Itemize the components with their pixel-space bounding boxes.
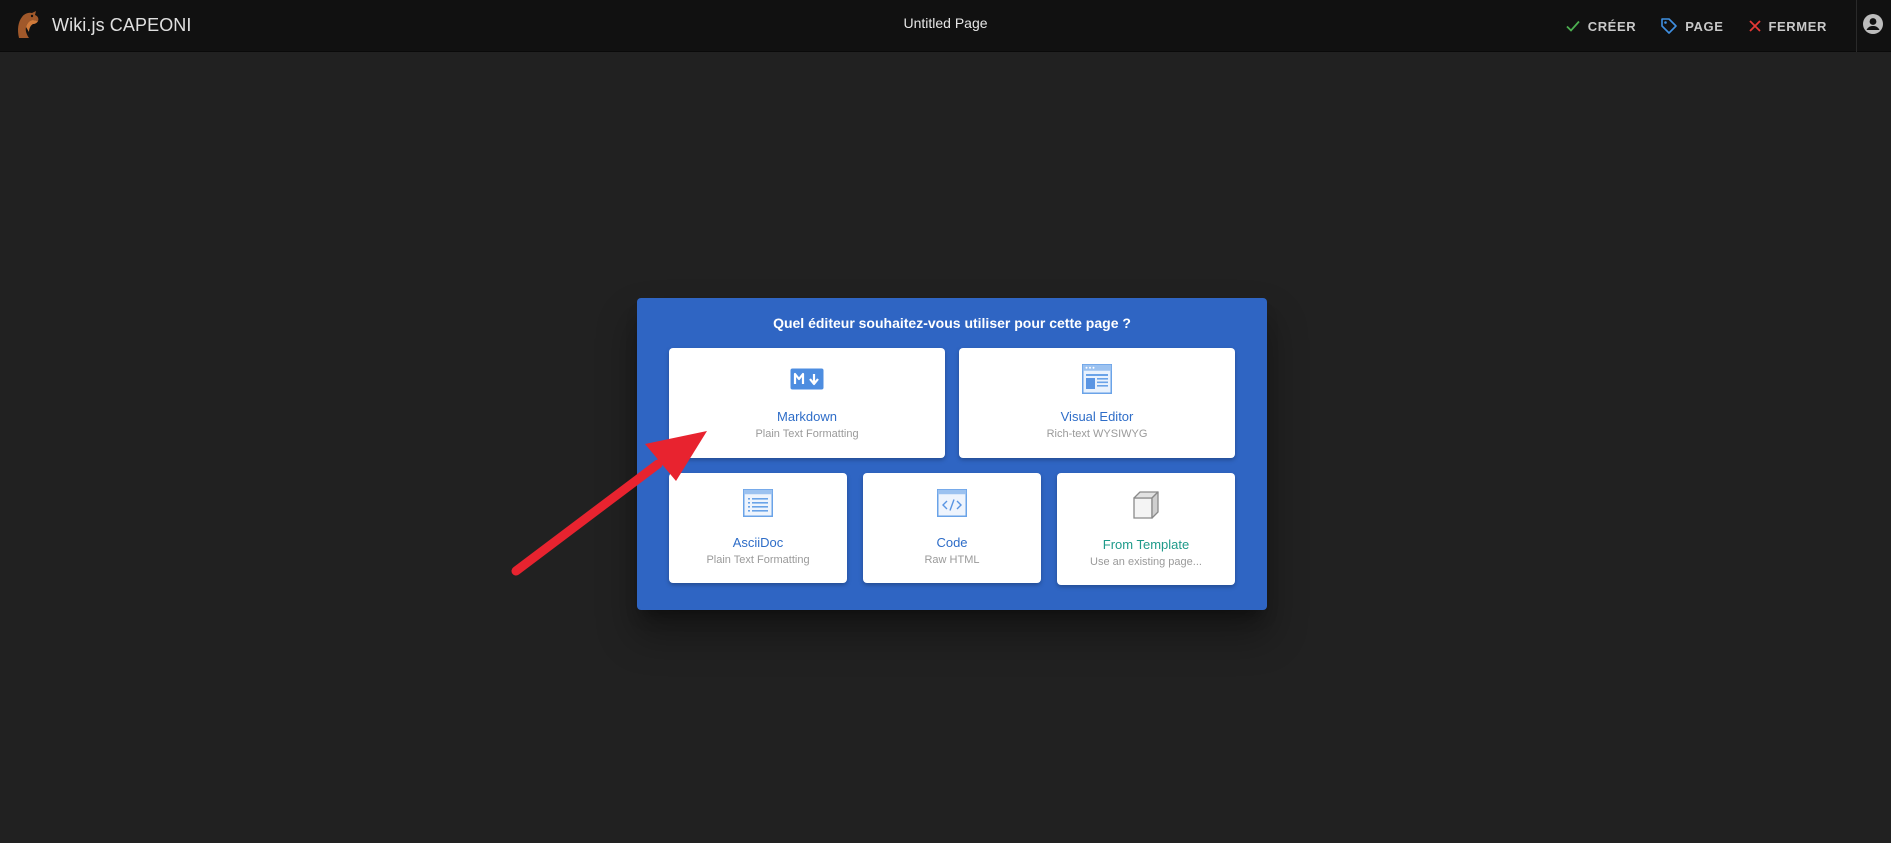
page-label: PAGE — [1685, 18, 1724, 34]
close-label: FERMER — [1768, 18, 1827, 34]
top-bar: Wiki.js CAPEONI Untitled Page CRÉER PAGE… — [0, 0, 1891, 52]
editor-label: AsciiDoc — [732, 535, 784, 550]
editor-label: Code — [936, 535, 968, 550]
page-properties-button[interactable]: PAGE — [1648, 0, 1735, 52]
editor-sublabel: Plain Text Formatting — [706, 554, 810, 566]
close-button[interactable]: FERMER — [1736, 0, 1840, 52]
header-divider — [1856, 0, 1857, 52]
template-cube-icon — [1133, 491, 1159, 519]
create-label: CRÉER — [1587, 18, 1637, 34]
code-icon — [937, 489, 967, 517]
account-icon[interactable] — [1861, 12, 1885, 36]
check-icon — [1566, 20, 1580, 32]
editor-sublabel: Raw HTML — [924, 554, 980, 566]
editor-label: Visual Editor — [1060, 409, 1134, 424]
editor-label: From Template — [1102, 537, 1190, 552]
editor-sublabel: Plain Text Formatting — [755, 428, 859, 440]
editor-sublabel: Rich-text WYSIWYG — [1046, 428, 1148, 440]
create-button[interactable]: CRÉER — [1553, 0, 1649, 52]
editor-card-asciidoc[interactable]: AsciiDoc Plain Text Formatting — [669, 473, 847, 583]
editor-label: Markdown — [777, 409, 837, 424]
editor-card-code[interactable]: Code Raw HTML — [863, 473, 1041, 583]
editor-select-dialog: Quel éditeur souhaitez-vous utiliser pou… — [637, 298, 1267, 610]
header-actions: CRÉER PAGE FERMER — [1553, 0, 1839, 52]
editor-card-template[interactable]: From Template Use an existing page... — [1057, 473, 1235, 585]
editor-card-markdown[interactable]: Markdown Plain Text Formatting — [669, 348, 945, 458]
markdown-icon — [790, 368, 824, 390]
editor-card-visual[interactable]: Visual Editor Rich-text WYSIWYG — [959, 348, 1235, 458]
close-icon — [1748, 20, 1761, 32]
dialog-title: Quel éditeur souhaitez-vous utiliser pou… — [773, 315, 1131, 331]
visual-editor-icon — [1082, 364, 1112, 394]
editor-sublabel: Use an existing page... — [1090, 556, 1202, 568]
asciidoc-icon — [743, 489, 773, 517]
tag-icon — [1661, 18, 1678, 34]
